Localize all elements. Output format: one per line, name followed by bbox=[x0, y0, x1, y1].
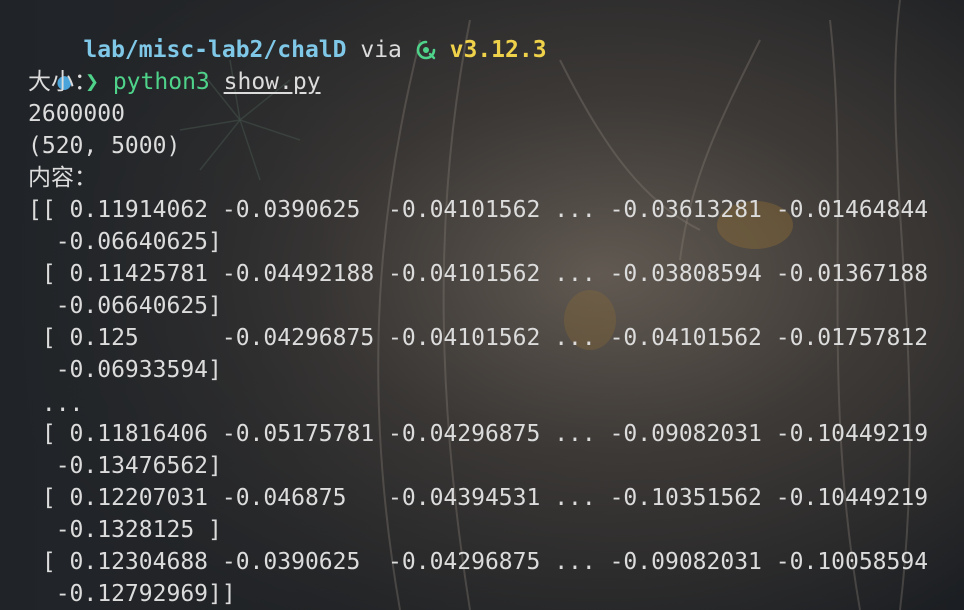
output-line: [ 0.125 -0.04296875 -0.04101562 ... -0.0… bbox=[28, 325, 929, 351]
output-line: [ 0.11425781 -0.04492188 -0.04101562 ...… bbox=[28, 261, 929, 287]
output-line: [[ 0.11914062 -0.0390625 -0.04101562 ...… bbox=[28, 197, 929, 223]
output-line: [ 0.11816406 -0.05175781 -0.04296875 ...… bbox=[28, 421, 929, 447]
output-line: -0.1328125 ] bbox=[28, 517, 222, 543]
command-argument[interactable]: show.py bbox=[224, 69, 321, 95]
output-line: 2600000 bbox=[28, 101, 125, 127]
output-line: ... bbox=[28, 391, 84, 417]
output-line: 大小： bbox=[28, 69, 97, 95]
python-icon bbox=[416, 34, 436, 66]
terminal-window[interactable]: lab/misc-lab2/chalD via v3.12.3 ● ❯ pyth… bbox=[0, 0, 964, 610]
output-line: 内容： bbox=[28, 165, 97, 191]
output-line: [ 0.12207031 -0.046875 -0.04394531 ... -… bbox=[28, 485, 929, 511]
output-line: -0.06933594] bbox=[28, 357, 222, 383]
output-line: -0.12792969]] bbox=[28, 581, 236, 607]
command-name: python3 bbox=[112, 69, 210, 95]
via-label: via bbox=[360, 37, 402, 63]
output-line: (520, 5000) bbox=[28, 133, 181, 159]
output-line: -0.13476562] bbox=[28, 453, 222, 479]
command-line[interactable]: ● ❯ python3 show.py bbox=[2, 34, 320, 95]
output-line: -0.06640625] bbox=[28, 293, 222, 319]
output-line: [ 0.12304688 -0.0390625 -0.04296875 ... … bbox=[28, 549, 929, 575]
python-version: v3.12.3 bbox=[449, 37, 547, 63]
prompt-header: lab/misc-lab2/chalD via v3.12.3 bbox=[28, 2, 546, 63]
output-line: -0.06640625] bbox=[28, 229, 222, 255]
